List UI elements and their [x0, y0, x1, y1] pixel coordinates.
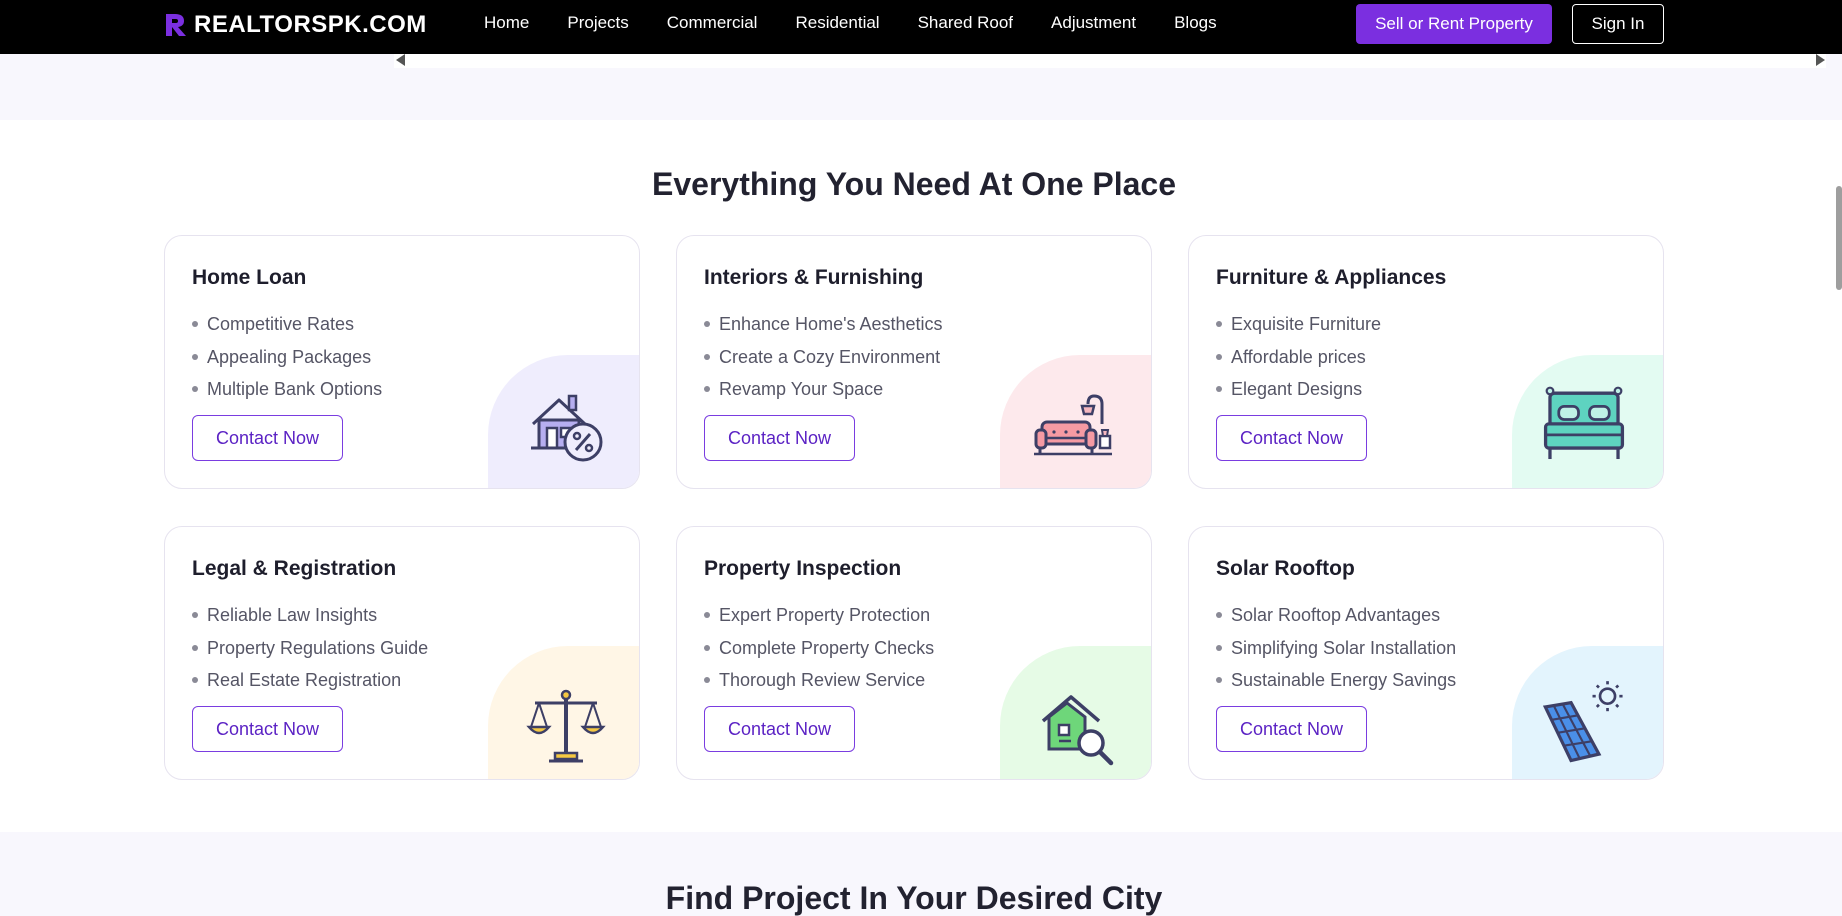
logo-text: REALTORSPK.COM — [194, 11, 427, 38]
carousel-track[interactable] — [394, 54, 1826, 68]
scales-icon — [526, 689, 606, 763]
list-item: Solar Rooftop Advantages — [1216, 599, 1456, 632]
card-title: Furniture & Appliances — [1216, 266, 1447, 289]
house-search-icon — [1041, 695, 1114, 766]
service-card-furniture: Furniture & Appliances Exquisite Furnitu… — [1188, 235, 1664, 489]
list-item: Complete Property Checks — [704, 632, 934, 665]
contact-now-button[interactable]: Contact Now — [192, 706, 343, 752]
section-title: Everything You Need At One Place — [652, 166, 1176, 202]
sign-in-button[interactable]: Sign In — [1572, 4, 1664, 44]
nav-link-residential[interactable]: Residential — [795, 13, 879, 33]
sell-or-rent-button[interactable]: Sell or Rent Property — [1356, 4, 1552, 44]
contact-now-button[interactable]: Contact Now — [704, 706, 855, 752]
card-title: Solar Rooftop — [1216, 557, 1355, 580]
card-title: Legal & Registration — [192, 557, 397, 580]
list-item: Property Regulations Guide — [192, 632, 428, 665]
nav-link-adjustment[interactable]: Adjustment — [1051, 13, 1136, 33]
card-title: Home Loan — [192, 266, 307, 289]
main-nav: Home Projects Commercial Residential Sha… — [484, 0, 1255, 46]
contact-now-button[interactable]: Contact Now — [1216, 706, 1367, 752]
card-feature-list: Exquisite Furniture Affordable prices El… — [1216, 308, 1381, 406]
solar-panel-icon — [1542, 681, 1623, 763]
home-loan-icon — [531, 394, 603, 462]
card-feature-list: Solar Rooftop Advantages Simplifying Sol… — [1216, 599, 1456, 697]
nav-link-shared-roof[interactable]: Shared Roof — [918, 13, 1013, 33]
nav-link-commercial[interactable]: Commercial — [667, 13, 758, 33]
site-logo[interactable]: REALTORSPK.COM — [164, 10, 427, 40]
bed-icon — [1543, 386, 1625, 460]
nav-link-blogs[interactable]: Blogs — [1174, 13, 1217, 33]
list-item: Revamp Your Space — [704, 373, 943, 406]
card-title: Interiors & Furnishing — [704, 266, 924, 289]
carousel-strip — [0, 54, 1842, 120]
contact-now-button[interactable]: Contact Now — [192, 415, 343, 461]
list-item: Appealing Packages — [192, 341, 382, 374]
list-item: Sustainable Energy Savings — [1216, 664, 1456, 697]
contact-now-button[interactable]: Contact Now — [704, 415, 855, 461]
carousel-prev-arrow-icon[interactable] — [396, 54, 405, 66]
list-item: Expert Property Protection — [704, 599, 934, 632]
list-item: Exquisite Furniture — [1216, 308, 1381, 341]
top-navbar: REALTORSPK.COM Home Projects Commercial … — [0, 0, 1842, 54]
service-card-legal: Legal & Registration Reliable Law Insigh… — [164, 526, 640, 780]
list-item: Competitive Rates — [192, 308, 382, 341]
service-card-solar: Solar Rooftop Solar Rooftop Advantages S… — [1188, 526, 1664, 780]
list-item: Create a Cozy Environment — [704, 341, 943, 374]
service-card-home-loan: Home Loan Competitive Rates Appealing Pa… — [164, 235, 640, 489]
card-feature-list: Reliable Law Insights Property Regulatio… — [192, 599, 428, 697]
list-item: Reliable Law Insights — [192, 599, 428, 632]
list-item: Multiple Bank Options — [192, 373, 382, 406]
nav-link-home[interactable]: Home — [484, 13, 529, 33]
list-item: Thorough Review Service — [704, 664, 934, 697]
sofa-icon — [1034, 394, 1112, 456]
carousel-next-arrow-icon[interactable] — [1816, 54, 1825, 66]
nav-link-projects[interactable]: Projects — [567, 13, 628, 33]
card-feature-list: Competitive Rates Appealing Packages Mul… — [192, 308, 382, 406]
list-item: Enhance Home's Aesthetics — [704, 308, 943, 341]
contact-now-button[interactable]: Contact Now — [1216, 415, 1367, 461]
card-feature-list: Expert Property Protection Complete Prop… — [704, 599, 934, 697]
logo-mark-icon — [166, 14, 186, 36]
card-feature-list: Enhance Home's Aesthetics Create a Cozy … — [704, 308, 943, 406]
card-title: Property Inspection — [704, 557, 902, 580]
next-section-title: Find Project In Your Desired City — [665, 880, 1163, 916]
list-item: Real Estate Registration — [192, 664, 428, 697]
list-item: Simplifying Solar Installation — [1216, 632, 1456, 665]
service-card-interiors: Interiors & Furnishing Enhance Home's Ae… — [676, 235, 1152, 489]
page-scrollbar-thumb[interactable] — [1836, 186, 1842, 290]
list-item: Elegant Designs — [1216, 373, 1381, 406]
service-card-inspection: Property Inspection Expert Property Prot… — [676, 526, 1152, 780]
list-item: Affordable prices — [1216, 341, 1381, 374]
